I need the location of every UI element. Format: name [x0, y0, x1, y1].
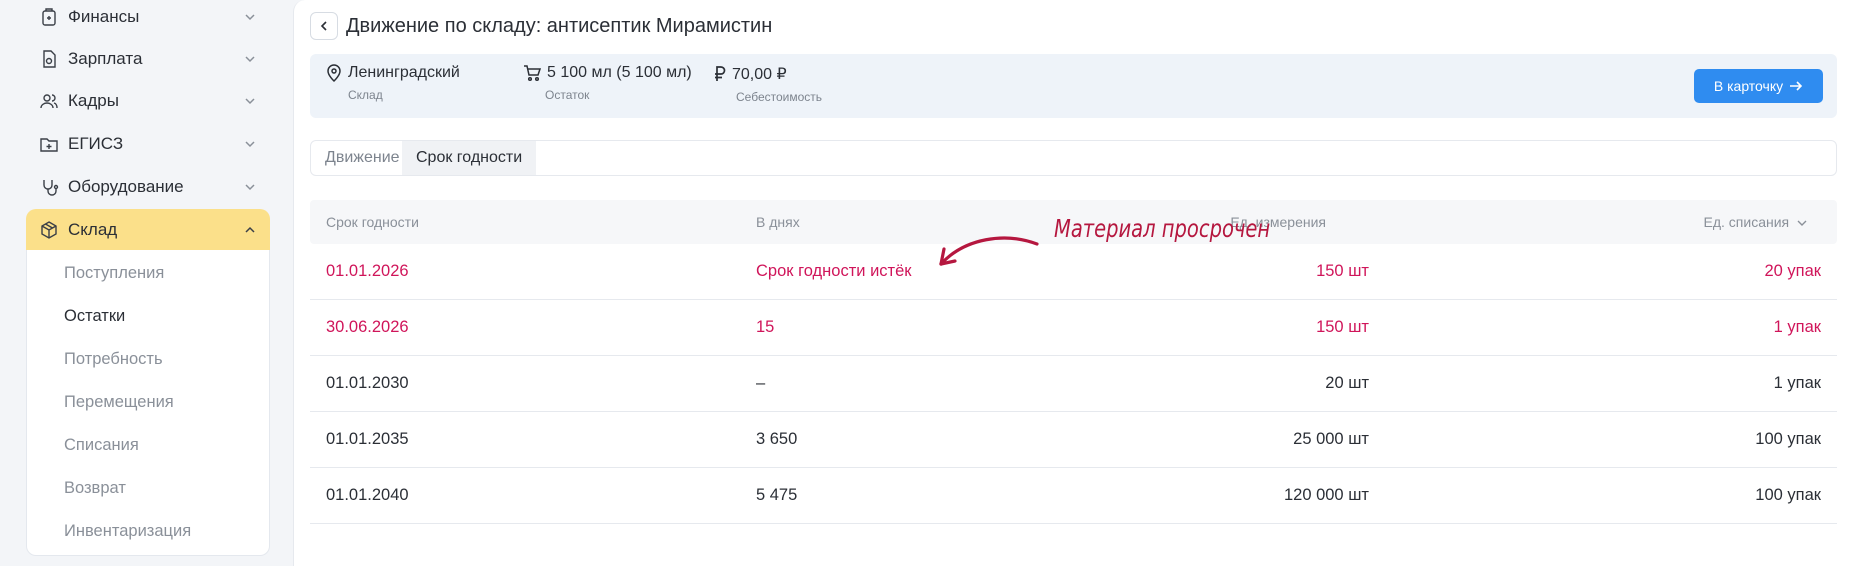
chevron-down-icon: [245, 56, 255, 63]
box-icon: [38, 219, 60, 241]
arrow-right-icon: [1790, 81, 1803, 91]
stethoscope-icon: [38, 176, 60, 198]
sidebar-item-warehouse[interactable]: Склад: [26, 209, 270, 251]
cell-writeoff: 1 упак: [1773, 374, 1821, 392]
chevron-down-icon: [245, 184, 255, 191]
chevron-up-icon: [245, 226, 255, 233]
cell-expiry-date: 01.01.2030: [326, 374, 409, 392]
tab-expiry[interactable]: Срок годности: [402, 141, 537, 175]
item-info-bar: Ленинградский Склад 5 100 мл (5 100 мл) …: [310, 54, 1837, 118]
submenu-item-stock[interactable]: Остатки: [64, 307, 125, 326]
warehouse-submenu: Поступления Остатки Потребность Перемеще…: [26, 250, 270, 556]
back-button[interactable]: [310, 12, 338, 40]
annotation-label: Материал просрочен: [1054, 214, 1271, 243]
users-icon: [38, 90, 60, 112]
sidebar-item-label: Зарплата: [68, 49, 143, 68]
table-row[interactable]: 01.01.2026 Срок годности истёк 150 шт 20…: [310, 244, 1837, 300]
sidebar-item-label: Оборудование: [68, 177, 184, 196]
sidebar-item-label: ЕГИСЗ: [68, 134, 124, 153]
sidebar: Финансы Зарплата Кадры ЕГИСЗ Оборудовани…: [0, 0, 285, 566]
to-card-button[interactable]: В карточку: [1694, 69, 1823, 103]
cell-days: 3 650: [756, 430, 798, 448]
cell-expiry-date: 01.01.2026: [326, 262, 409, 280]
sidebar-item-staff[interactable]: Кадры: [26, 80, 270, 122]
submenu-item-returns[interactable]: Возврат: [64, 479, 126, 498]
table-row[interactable]: 30.06.2026 15 150 шт 1 упак: [310, 300, 1837, 356]
cell-writeoff: 1 упак: [1773, 318, 1821, 336]
cost-info: 70,00 ₽ Себестоимость: [714, 64, 822, 104]
cell-days: 5 475: [756, 486, 798, 504]
chevron-down-icon: [1797, 220, 1807, 226]
chevron-down-icon: [245, 141, 255, 148]
page-title: Движение по складу: антисептик Мирамисти…: [346, 15, 773, 37]
tab-movement[interactable]: Движение: [311, 141, 414, 175]
warehouse-info: Ленинградский Склад: [326, 64, 460, 102]
cell-writeoff: 100 упак: [1755, 486, 1821, 504]
table-row[interactable]: 01.01.2035 3 650 25 000 шт 100 упак: [310, 412, 1837, 468]
cell-writeoff: 20 упак: [1764, 262, 1821, 280]
cost-label: Себестоимость: [736, 90, 823, 104]
annotation-arrow-icon: [939, 236, 1039, 266]
submenu-item-transfers[interactable]: Перемещения: [64, 393, 174, 412]
cell-expiry-date: 30.06.2026: [326, 318, 409, 336]
sidebar-item-label: Финансы: [68, 7, 140, 26]
stock-info: 5 100 мл (5 100 мл) Остаток: [523, 64, 692, 102]
cell-unit: 20 шт: [1325, 374, 1369, 392]
to-card-button-label: В карточку: [1713, 78, 1784, 94]
chevron-left-icon: [320, 21, 327, 31]
sidebar-item-equipment[interactable]: Оборудование: [26, 166, 270, 208]
chevron-down-icon: [245, 14, 255, 21]
cell-days: 15: [756, 318, 775, 336]
cost-value: 70,00 ₽: [732, 66, 787, 83]
submenu-item-needs[interactable]: Потребность: [64, 350, 163, 369]
table-row[interactable]: 01.01.2040 5 475 120 000 шт 100 упак: [310, 468, 1837, 524]
sidebar-item-egisz[interactable]: ЕГИСЗ: [26, 123, 270, 165]
cell-days: –: [756, 374, 766, 392]
chevron-down-icon: [245, 98, 255, 105]
cell-unit: 25 000 шт: [1293, 430, 1369, 448]
wallet-icon: [38, 6, 60, 28]
cell-writeoff: 100 упак: [1755, 430, 1821, 448]
cell-unit: 120 000 шт: [1283, 486, 1369, 504]
sidebar-item-finance[interactable]: Финансы: [26, 0, 270, 38]
sidebar-item-salary[interactable]: Зарплата: [26, 38, 270, 80]
tabs: Движение Срок годности: [310, 140, 1837, 176]
column-header-writeoff-label: Ед. списания: [1703, 214, 1790, 230]
cell-unit: 150 шт: [1316, 262, 1369, 280]
submenu-item-receipts[interactable]: Поступления: [64, 264, 164, 283]
money-doc-icon: [38, 48, 60, 70]
stock-value: 5 100 мл (5 100 мл): [547, 64, 692, 81]
sidebar-item-label: Кадры: [68, 91, 119, 110]
cart-icon: [524, 65, 541, 82]
sidebar-item-label: Склад: [68, 220, 118, 239]
submenu-item-inventory[interactable]: Инвентаризация: [64, 522, 191, 541]
column-header-expiry[interactable]: Срок годности: [326, 214, 419, 230]
submenu-item-writeoffs[interactable]: Списания: [64, 436, 139, 455]
warehouse-label: Склад: [348, 88, 383, 102]
cell-expiry-date: 01.01.2040: [326, 486, 409, 504]
cell-days: Срок годности истёк: [756, 262, 912, 280]
column-header-days[interactable]: В днях: [756, 214, 800, 230]
location-pin-icon: [327, 64, 341, 82]
cell-expiry-date: 01.01.2035: [326, 430, 409, 448]
table-row[interactable]: 01.01.2030 – 20 шт 1 упак: [310, 356, 1837, 412]
medical-folder-icon: [38, 133, 60, 155]
warehouse-value: Ленинградский: [348, 64, 460, 81]
stock-label: Остаток: [545, 88, 590, 102]
expiry-table: Срок годности В днях Ед. измерения Ед. с…: [310, 200, 1837, 524]
ruble-icon: [715, 66, 726, 81]
column-header-writeoff[interactable]: Ед. списания: [1704, 214, 1808, 230]
cell-unit: 150 шт: [1316, 318, 1369, 336]
main-panel: Движение по складу: антисептик Мирамисти…: [293, 0, 1868, 566]
